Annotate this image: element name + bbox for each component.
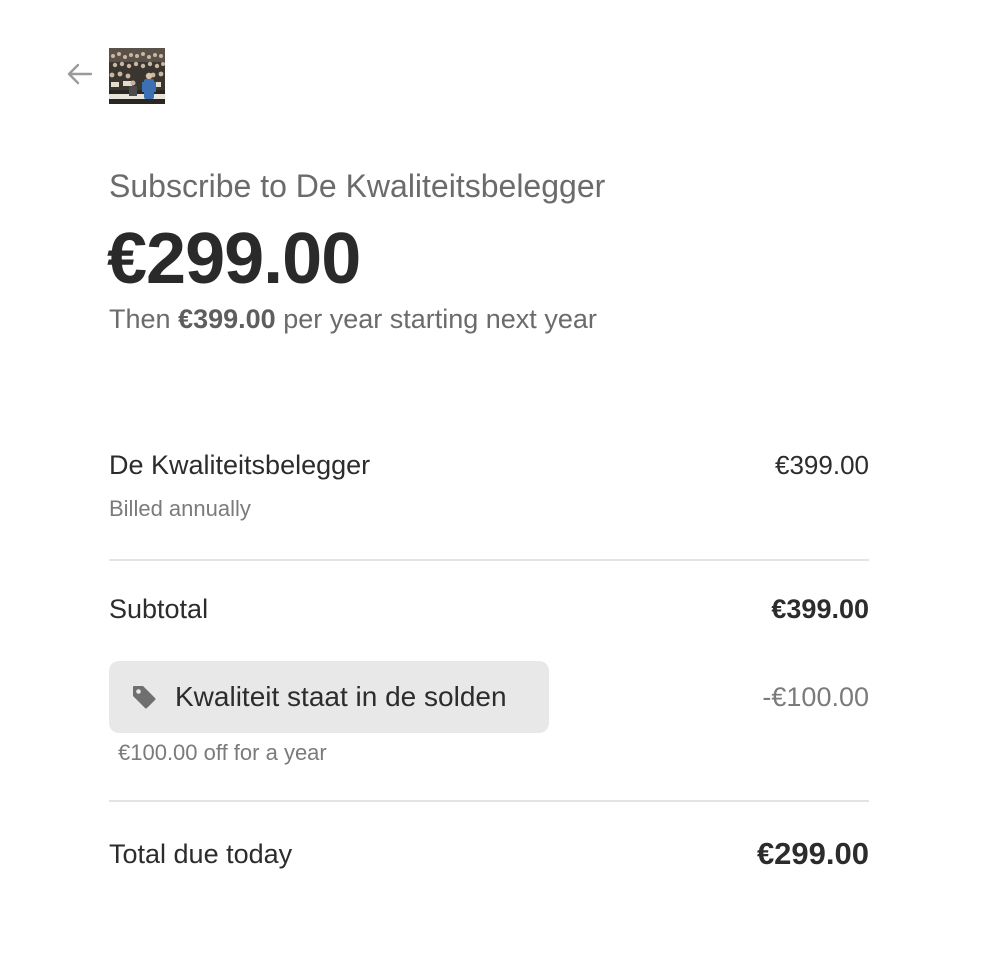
subtotal-row: Subtotal €399.00 (109, 594, 869, 625)
renewal-prefix: Then (109, 304, 171, 334)
billing-frequency: Billed annually (109, 496, 251, 521)
tag-icon (131, 683, 159, 711)
line-item-row: De Kwaliteitsbelegger €399.00 (109, 450, 869, 481)
divider (109, 800, 869, 802)
renewal-suffix: per year starting next year (283, 304, 597, 334)
price-amount: €299.00 (107, 219, 361, 299)
total-label: Total due today (109, 838, 293, 869)
renewal-amount: €399.00 (178, 304, 276, 334)
product-amount: €399.00 (775, 450, 869, 480)
subtotal-amount: €399.00 (771, 594, 869, 624)
arrow-left-icon (67, 63, 93, 90)
promo-description: €100.00 off for a year (118, 740, 327, 765)
product-name: De Kwaliteitsbelegger (109, 450, 371, 480)
discount-amount: -€100.00 (762, 682, 869, 712)
crowd-photo-logo (109, 48, 165, 104)
subscribe-title: Subscribe to De Kwaliteitsbelegger (109, 168, 606, 204)
total-amount: €299.00 (756, 836, 869, 871)
back-button[interactable] (62, 58, 98, 94)
subtotal-label: Subtotal (109, 594, 209, 624)
total-row: Total due today €299.00 (109, 836, 869, 872)
renewal-text: Then €399.00 per year starting next year (109, 304, 597, 335)
promo-code-chip[interactable]: Kwaliteit staat in de solden (109, 661, 549, 733)
promo-code-label: Kwaliteit staat in de solden (175, 681, 507, 712)
divider (109, 559, 869, 561)
